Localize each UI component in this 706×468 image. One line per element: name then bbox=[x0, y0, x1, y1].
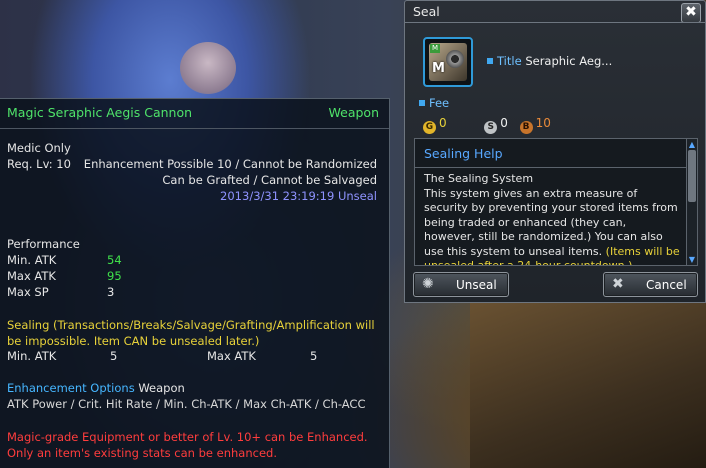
class-requirement: Medic Only bbox=[7, 141, 71, 155]
level-requirement: Req. Lv: 10 bbox=[7, 157, 71, 171]
gold-coin-icon: G bbox=[423, 121, 436, 134]
sealing-notice-line2: be impossible. Item CAN be unsealed late… bbox=[7, 334, 260, 348]
x-icon: ✖ bbox=[612, 276, 624, 292]
title-value: Seraphic Aeg... bbox=[525, 54, 613, 68]
close-button[interactable]: ✖ bbox=[681, 3, 701, 23]
help-title: Sealing Help bbox=[424, 146, 503, 161]
cancel-label: Cancel bbox=[646, 278, 687, 292]
sealing-notice-line1: Sealing (Transactions/Breaks/Salvage/Gra… bbox=[7, 318, 375, 332]
enh-option: Crit. Hit Rate bbox=[78, 397, 153, 411]
gold-amount: 0 bbox=[439, 116, 447, 130]
enh-options-type: Weapon bbox=[138, 381, 185, 395]
scroll-down-icon[interactable]: ▼ bbox=[688, 255, 696, 264]
unseal-button[interactable]: ✺ Unseal bbox=[413, 272, 509, 297]
scroll-thumb[interactable] bbox=[688, 150, 696, 202]
scenery-object bbox=[470, 300, 706, 468]
silver-coin-icon: S bbox=[484, 121, 498, 134]
stat-value: 3 bbox=[107, 285, 115, 299]
seal-stat-value: 5 bbox=[110, 349, 118, 363]
seal-stat-label: Min. ATK bbox=[7, 349, 57, 363]
bullet-icon bbox=[419, 100, 425, 106]
enh-sep: / bbox=[311, 397, 323, 411]
enh-option: Min. Ch-ATK bbox=[163, 397, 232, 411]
seal-window: Seal ✖ M M Title Seraphic Aeg... Fee G0 … bbox=[404, 0, 706, 303]
bronze-amount: 10 bbox=[535, 116, 551, 130]
enh-options-label: Enhancement Options bbox=[7, 381, 135, 395]
enh-option: Max Ch-ATK bbox=[243, 397, 312, 411]
seal-date: 2013/3/31 23:19:19 Unseal bbox=[220, 189, 377, 203]
seal-window-title: Seal bbox=[413, 4, 440, 19]
stat-label: Max SP bbox=[7, 285, 49, 299]
seal-stat-label: Max ATK bbox=[207, 349, 256, 363]
stat-label: Max ATK bbox=[7, 269, 56, 283]
enh-option: Ch-ACC bbox=[322, 397, 366, 411]
item-type: Weapon bbox=[328, 105, 379, 120]
enh-sep: / bbox=[231, 397, 244, 411]
help-divider bbox=[415, 167, 686, 168]
character-face bbox=[180, 42, 236, 94]
help-scrollbar[interactable]: ▲ ▼ bbox=[686, 138, 698, 266]
stat-value: 54 bbox=[107, 253, 122, 267]
enhance-info: Enhancement Possible 10 / Cannot be Rand… bbox=[83, 157, 377, 171]
help-body: The Sealing System This system gives an … bbox=[415, 172, 686, 265]
cannon-icon bbox=[446, 50, 464, 68]
tooltip-divider bbox=[0, 128, 389, 129]
seal-stat-value: 5 bbox=[310, 349, 318, 363]
title-label: Title bbox=[497, 54, 522, 68]
enh-sep: / bbox=[152, 397, 164, 411]
title-divider bbox=[405, 22, 705, 23]
item-grade-badge: M bbox=[430, 44, 440, 53]
enh-option: ATK Power bbox=[7, 397, 67, 411]
help-heading: The Sealing System bbox=[424, 172, 534, 185]
unseal-label: Unseal bbox=[456, 278, 497, 292]
scroll-up-icon[interactable]: ▲ bbox=[688, 140, 696, 149]
enhance-warning-line1: Magic-grade Equipment or better of Lv. 1… bbox=[7, 430, 368, 444]
fee-amounts: G0 S0 B 10 bbox=[423, 116, 551, 134]
item-name: Magic Seraphic Aegis Cannon bbox=[7, 105, 193, 120]
item-icon-letter: M bbox=[432, 61, 445, 76]
close-icon: ✖ bbox=[685, 4, 697, 20]
item-tooltip: Magic Seraphic Aegis Cannon Weapon Medic… bbox=[0, 98, 390, 468]
cancel-button[interactable]: ✖ Cancel bbox=[603, 272, 698, 297]
graft-info: Can be Grafted / Cannot be Salvaged bbox=[162, 173, 377, 187]
bronze-coin-icon: B bbox=[519, 121, 533, 134]
stat-value: 95 bbox=[107, 269, 122, 283]
fee-label-row: Fee bbox=[419, 96, 449, 110]
tooltip-header: Magic Seraphic Aegis Cannon Weapon bbox=[0, 99, 389, 125]
enhancement-options-heading: Enhancement Options Weapon bbox=[7, 381, 185, 395]
item-title-row: Title Seraphic Aeg... bbox=[487, 54, 612, 68]
enh-sep: / bbox=[66, 397, 79, 411]
silver-amount: 0 bbox=[500, 116, 508, 130]
bullet-icon bbox=[487, 58, 493, 64]
stat-label: Min. ATK bbox=[7, 253, 57, 267]
performance-heading: Performance bbox=[7, 237, 80, 251]
item-slot[interactable]: M M bbox=[423, 37, 473, 87]
fee-label: Fee bbox=[429, 96, 450, 110]
gear-icon: ✺ bbox=[422, 276, 434, 292]
sealing-help-panel: Sealing Help The Sealing System This sys… bbox=[414, 138, 686, 266]
enhance-warning-line2: Only an item's existing stats can be enh… bbox=[7, 446, 277, 460]
enhancement-options-list: ATK Power / Crit. Hit Rate / Min. Ch-ATK… bbox=[7, 397, 366, 411]
cannon-item-icon: M M bbox=[429, 43, 467, 81]
